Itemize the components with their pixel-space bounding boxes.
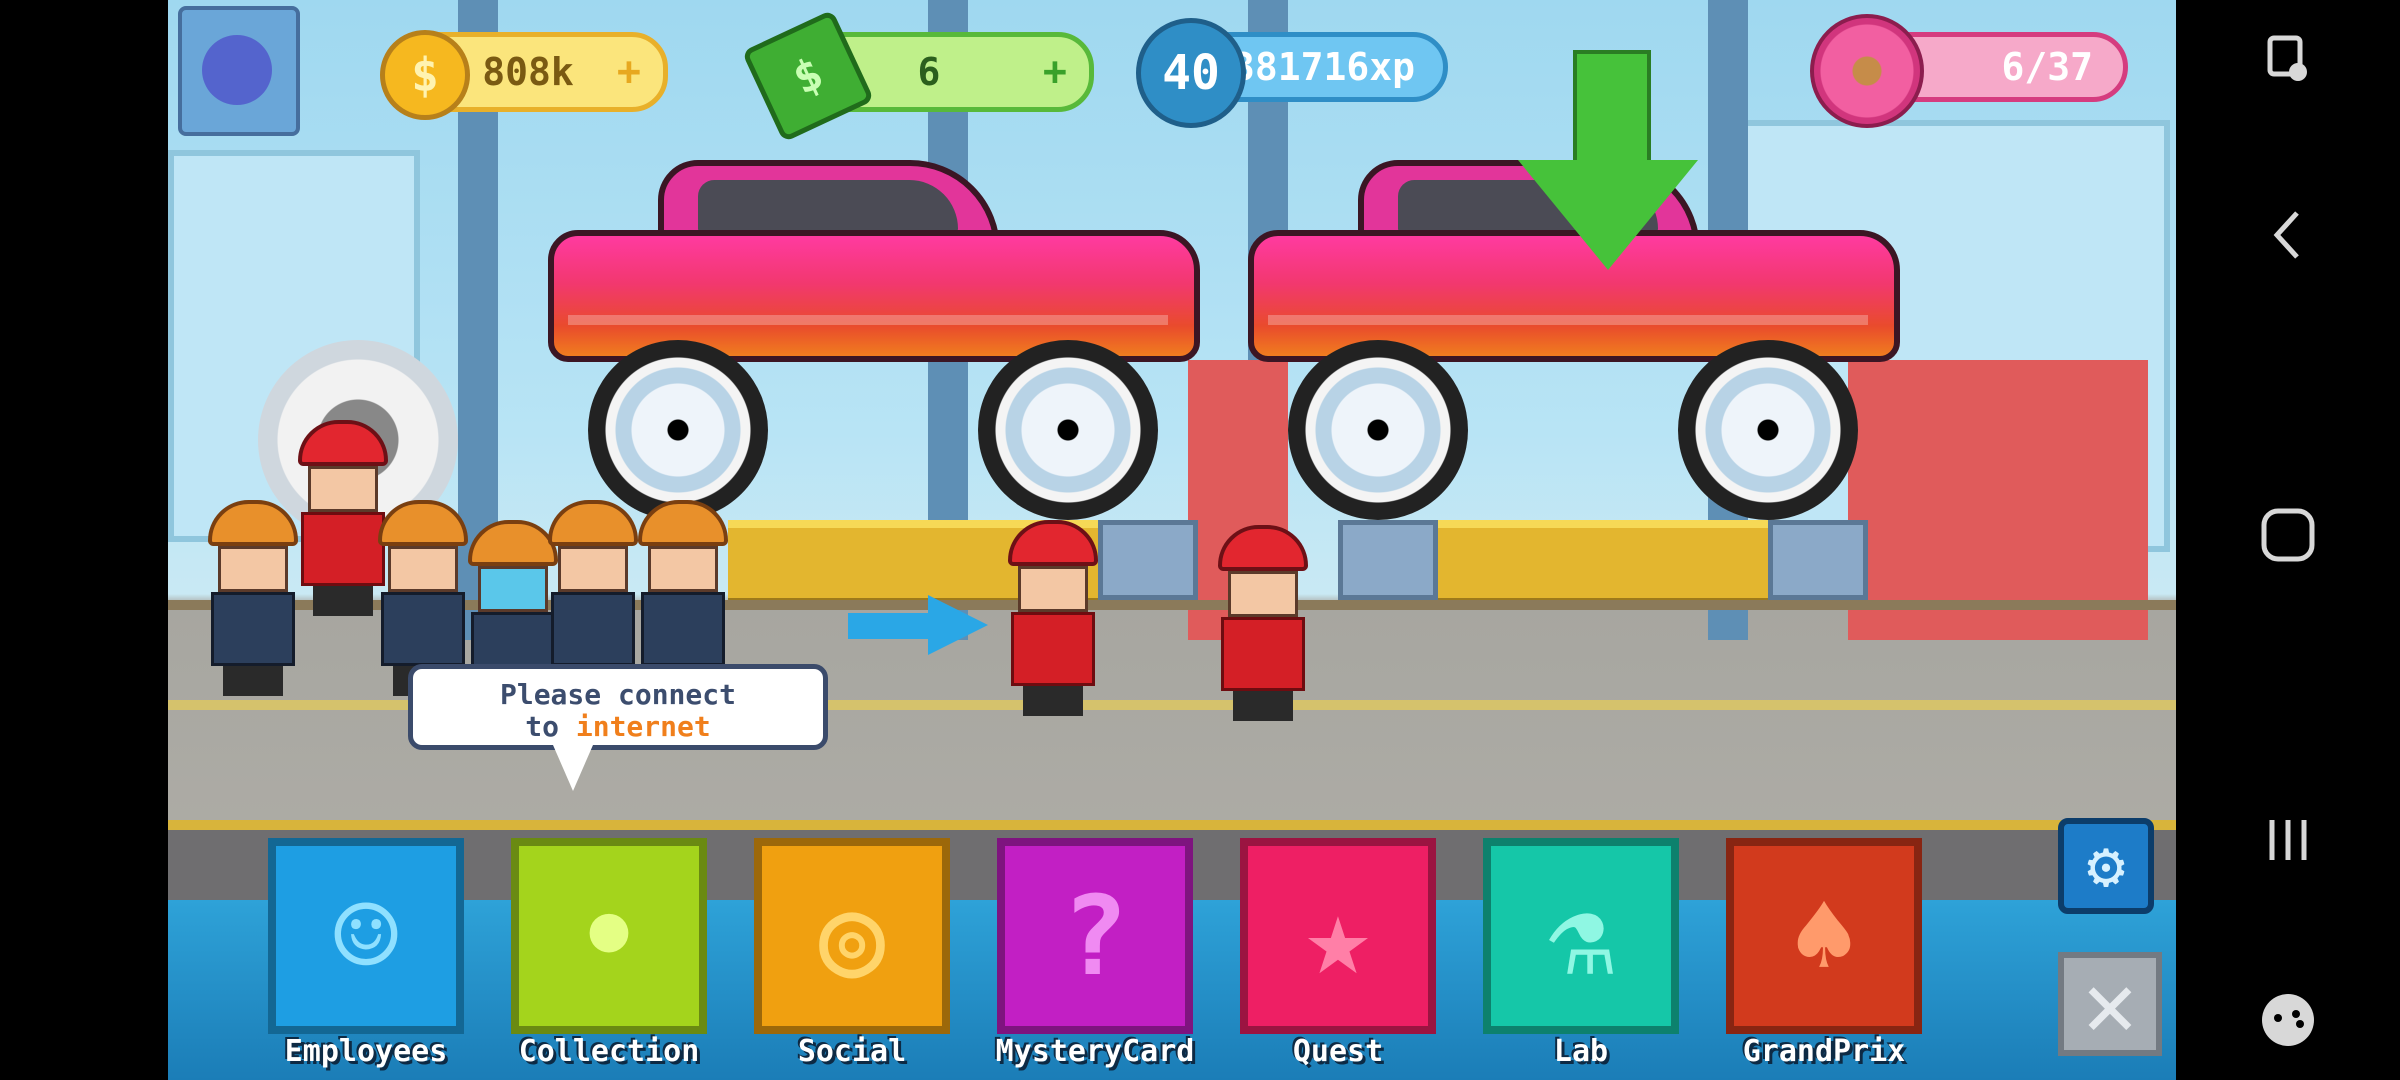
car-on-lift[interactable] [548, 160, 1200, 520]
wheel [978, 340, 1158, 520]
recents-icon [2269, 820, 2307, 860]
gear-icon: ⚙ [2086, 829, 2126, 903]
xp-value: 381716xp [1231, 45, 1415, 89]
quest-tile[interactable]: ★ [1240, 838, 1436, 1034]
donut-icon [1810, 14, 1924, 128]
lab-tile[interactable]: ⚗ [1483, 838, 1679, 1034]
menu-quest-button[interactable]: ★ Quest [1240, 838, 1436, 1069]
rail-block [1338, 520, 1438, 600]
down-arrow-icon[interactable] [1518, 50, 1698, 280]
home-button[interactable] [2176, 495, 2400, 575]
question-icon: ? [1061, 872, 1129, 1000]
bubble-line-1: Please connect [499, 678, 736, 711]
wheel [588, 340, 768, 520]
coins-value: 808k [482, 50, 574, 94]
connection-warning-bubble: Please connect to internet [408, 664, 828, 750]
menu-collection-button[interactable]: • Collection [511, 838, 707, 1069]
level-badge-icon: 40 [1136, 18, 1246, 128]
social-tile[interactable]: ◎ [754, 838, 950, 1034]
trophy-icon: ♠ [1790, 872, 1858, 1000]
wheel [1678, 340, 1858, 520]
mysterycard-tile[interactable]: ? [997, 838, 1193, 1034]
back-button[interactable] [2176, 195, 2400, 275]
mechanic[interactable] [1218, 525, 1328, 721]
direction-arrow-icon [848, 595, 998, 655]
menu-grandprix-button[interactable]: ♠ GrandPrix [1726, 838, 1922, 1069]
bubble-highlight: internet [575, 710, 711, 743]
coins-plus-button[interactable]: + [617, 49, 641, 95]
close-icon: ✕ [2082, 951, 2138, 1057]
coin-icon: $ [380, 30, 470, 120]
collection-tile[interactable]: • [511, 838, 707, 1034]
menu-grandprix-label: GrandPrix [1742, 1034, 1906, 1069]
cash-value: 6 [917, 50, 941, 94]
star-icon: ★ [1304, 872, 1372, 1000]
recent-apps-button[interactable] [2176, 800, 2400, 880]
menu-employees-button[interactable]: ☺ Employees [268, 838, 464, 1069]
back-chevron-icon [2273, 211, 2299, 259]
bubble-line-2-prefix: to [525, 710, 576, 743]
system-navigation-bar [2176, 0, 2400, 1080]
menu-mysterycard-label: MysteryCard [995, 1034, 1195, 1069]
bubble-tail [553, 745, 593, 791]
donut-value: 6/37 [2001, 45, 2093, 89]
mechanic[interactable] [1008, 520, 1118, 716]
screen-lock-button[interactable] [2176, 20, 2400, 100]
menu-mysterycard-button[interactable]: ? MysteryCard [996, 838, 1194, 1069]
menu-social-label: Social [797, 1034, 907, 1069]
gamepad-icon [2262, 994, 2314, 1046]
employees-tile[interactable]: ☺ [268, 838, 464, 1034]
level-value: 40 [1162, 45, 1220, 101]
settings-button[interactable]: ⚙ [2058, 818, 2154, 914]
menu-collection-label: Collection [518, 1034, 700, 1069]
employee[interactable] [208, 500, 298, 696]
cash-icon: $ [741, 9, 875, 143]
game-viewport[interactable]: Please connect to internet 808k + $ 6 + … [168, 0, 2176, 1080]
worker-icon: ☺ [332, 872, 400, 1000]
rail-block [1768, 520, 1868, 600]
globe-icon: ◎ [818, 872, 886, 1000]
wheel [1288, 340, 1468, 520]
home-icon [2261, 508, 2315, 562]
menu-social-button[interactable]: ◎ Social [754, 838, 950, 1069]
menu-lab-button[interactable]: ⚗ Lab [1483, 838, 1679, 1069]
grandprix-tile[interactable]: ♠ [1726, 838, 1922, 1034]
menu-employees-label: Employees [284, 1034, 448, 1069]
cash-plus-button[interactable]: + [1043, 49, 1067, 95]
assembly-rail [1398, 520, 1818, 606]
rotate-lock-icon [2267, 35, 2307, 81]
close-button[interactable]: ✕ [2058, 951, 2162, 1057]
flask-icon: ⚗ [1547, 872, 1615, 1000]
car-icon: • [575, 872, 643, 1000]
bubble-line-2: to internet [413, 711, 823, 743]
profile-icon[interactable] [178, 6, 300, 136]
menu-lab-label: Lab [1553, 1034, 1609, 1069]
red-wall [1848, 360, 2148, 640]
game-tools-button[interactable] [2176, 980, 2400, 1060]
menu-quest-label: Quest [1292, 1034, 1384, 1069]
employee[interactable] [298, 420, 388, 616]
